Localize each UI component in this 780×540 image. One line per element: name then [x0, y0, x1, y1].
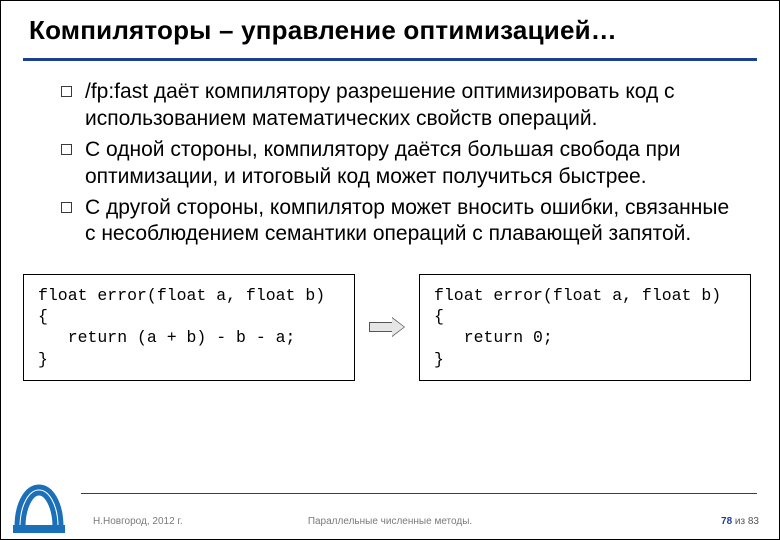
title-wrap: Компиляторы – управление оптимизацией… — [1, 1, 779, 52]
code-row: float error(float a, float b) { return (… — [23, 274, 757, 380]
list-item: С другой стороны, компилятор может вноси… — [61, 195, 739, 249]
arrow-wrap — [365, 318, 409, 336]
list-item: С одной стороны, компилятору даётся боль… — [61, 137, 739, 191]
code-before: float error(float a, float b) { return (… — [23, 274, 355, 380]
bullet-icon — [61, 144, 72, 155]
bullet-icon — [61, 202, 72, 213]
list-item: /fp:fast даёт компилятору разрешение опт… — [61, 79, 739, 133]
bullet-list: /fp:fast даёт компилятору разрешение опт… — [61, 79, 739, 248]
arrow-right-icon — [369, 318, 405, 336]
footer-rule — [81, 493, 757, 494]
bullet-text: /fp:fast даёт компилятору разрешение опт… — [85, 80, 675, 130]
code-after: float error(float a, float b) { return 0… — [419, 274, 751, 380]
slide: Компиляторы – управление оптимизацией… /… — [0, 0, 780, 540]
bullet-text: С другой стороны, компилятор может вноси… — [85, 196, 729, 246]
page-total: 83 — [748, 516, 759, 527]
slide-title: Компиляторы – управление оптимизацией… — [29, 15, 751, 46]
bullet-text: С одной стороны, компилятору даётся боль… — [85, 138, 680, 188]
bullet-icon — [61, 86, 72, 97]
footer: Н.Новгород, 2012 г. Параллельные численн… — [1, 493, 779, 539]
page-sep: из — [732, 516, 748, 527]
footer-page: 78 из 83 — [721, 516, 759, 527]
page-current: 78 — [721, 516, 732, 527]
body: /fp:fast даёт компилятору разрешение опт… — [1, 61, 779, 248]
footer-center: Параллельные численные методы. — [1, 516, 779, 527]
